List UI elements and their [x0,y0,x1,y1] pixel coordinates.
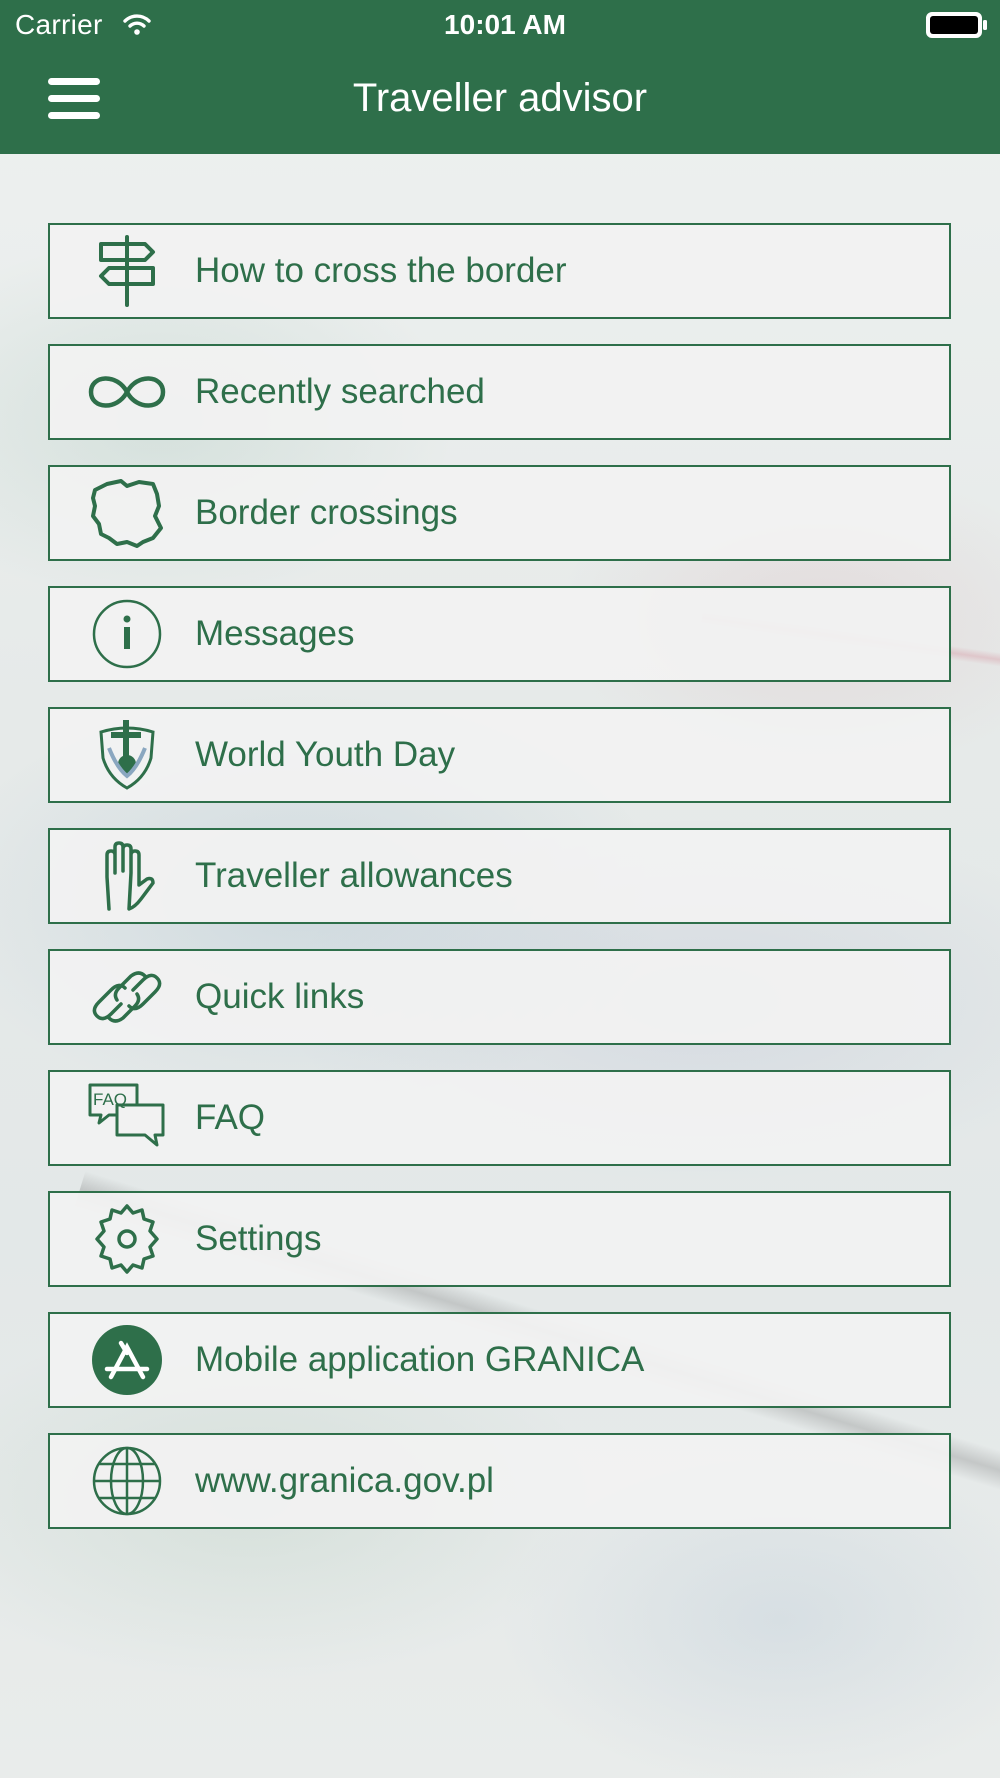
menu-item-label: World Youth Day [195,735,456,774]
menu-item-label: Border crossings [195,493,458,532]
info-icon [87,597,167,671]
world-youth-day-icon [87,718,167,792]
menu-item-mobile-application-granica[interactable]: Mobile application GRANICA [48,1312,951,1408]
menu-item-faq[interactable]: FAQ FAQ [48,1070,951,1166]
signpost-icon [87,234,167,308]
menu-item-label: FAQ [195,1098,266,1137]
infinity-icon [87,355,167,429]
menu-item-label: Traveller allowances [195,856,513,895]
main-menu-list: How to cross the border Recently searche… [48,223,951,1554]
menu-item-how-to-cross-the-border[interactable]: How to cross the border [48,223,951,319]
menu-item-quick-links[interactable]: Quick links [48,949,951,1045]
menu-item-label: Recently searched [195,372,485,411]
menu-item-label: Mobile application GRANICA [195,1340,645,1379]
status-bar: Carrier 10:01 AM [0,0,1000,50]
menu-item-traveller-allowances[interactable]: Traveller allowances [48,828,951,924]
menu-item-label: www.granica.gov.pl [195,1461,494,1500]
battery-icon [926,12,987,38]
faq-icon-text: FAQ [93,1090,127,1109]
globe-icon [87,1444,167,1518]
menu-item-label: How to cross the border [195,251,567,290]
page-title: Traveller advisor [352,76,648,120]
link-icon [87,960,167,1034]
menu-item-border-crossings[interactable]: Border crossings [48,465,951,561]
hand-icon [87,839,167,913]
gear-icon [87,1202,167,1276]
menu-item-world-youth-day[interactable]: World Youth Day [48,707,951,803]
menu-item-messages[interactable]: Messages [48,586,951,682]
menu-item-website-link[interactable]: www.granica.gov.pl [48,1433,951,1529]
poland-map-icon [87,476,167,550]
menu-item-settings[interactable]: Settings [48,1191,951,1287]
menu-item-recently-searched[interactable]: Recently searched [48,344,951,440]
menu-item-label: Messages [195,614,355,653]
app-store-icon [87,1323,167,1397]
status-time: 10:01 AM [444,9,566,40]
menu-item-label: Quick links [195,977,365,1016]
menu-item-label: Settings [195,1219,322,1258]
top-bar: Carrier 10:01 AM Traveller advisor [0,0,1000,154]
faq-bubbles-icon: FAQ [87,1081,167,1155]
